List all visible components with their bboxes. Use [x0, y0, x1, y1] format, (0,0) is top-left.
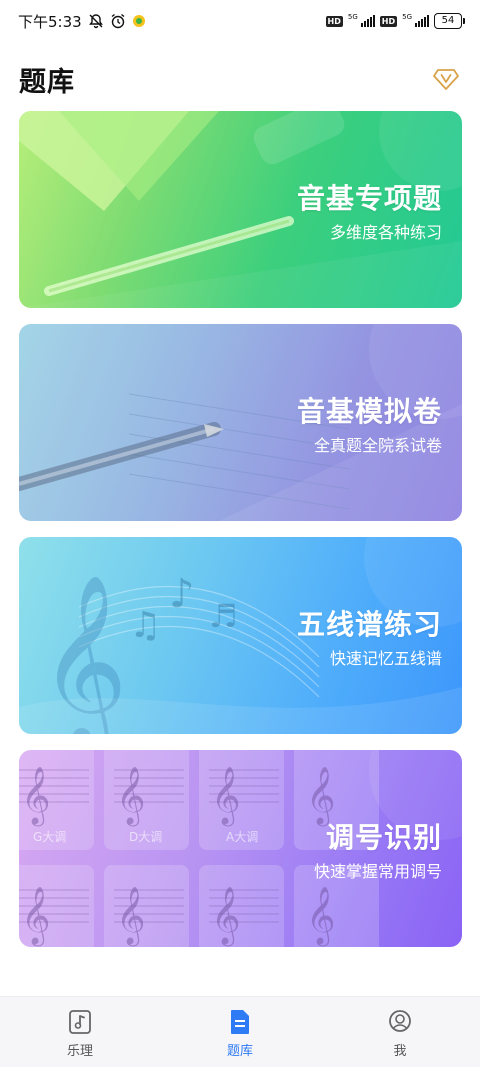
key-tile-label-g: G大调 [33, 830, 67, 844]
tab-label: 题库 [226, 1044, 253, 1059]
svg-text:𝄞: 𝄞 [211, 766, 241, 827]
signal-icon-1 [360, 15, 375, 27]
network-type-1: 5G [347, 12, 358, 21]
card-title: 五线谱练习 [296, 608, 442, 641]
bottom-tab-bar: 乐理 题库 我 [0, 996, 480, 1067]
status-time: 下午5:33 [18, 12, 82, 31]
svg-text:♬: ♬ [209, 597, 238, 635]
key-tile-label-d: D大调 [129, 830, 163, 844]
svg-text:𝄞: 𝄞 [21, 886, 51, 947]
signal-icon-2 [415, 15, 429, 27]
card-text: 音基专项题 多维度各种练习 [297, 181, 442, 243]
card-text: 音基模拟卷 全真题全院系试卷 [297, 394, 442, 456]
card-staff-practice[interactable]: 𝄞 ♫ ♪ ♬ 五线谱练习 快速记忆五线谱 [19, 537, 462, 734]
card-special-practice[interactable]: 音基专项题 多维度各种练习 [19, 111, 462, 308]
card-title: 音基模拟卷 [296, 395, 442, 428]
card-subtitle: 快速掌握常用调号 [313, 862, 442, 881]
card-text: 调号识别 快速掌握常用调号 [314, 820, 442, 882]
status-bar: 下午5:33 HD 5G HD 5G 54 [0, 0, 480, 42]
svg-text:♪: ♪ [169, 571, 195, 617]
card-title: 音基专项题 [296, 182, 442, 215]
battery-icon: 54 [434, 13, 465, 29]
tab-music-theory[interactable]: 乐理 [0, 997, 160, 1067]
svg-text:𝄞: 𝄞 [306, 766, 336, 827]
tab-label: 乐理 [66, 1044, 93, 1059]
svg-text:𝄞: 𝄞 [21, 766, 51, 827]
card-text: 五线谱练习 快速记忆五线谱 [297, 607, 442, 669]
vip-diamond-icon[interactable] [432, 64, 460, 92]
svg-text:𝄞: 𝄞 [211, 886, 241, 947]
hd-badge-2: HD [379, 15, 398, 27]
network-type-2: 5G [402, 12, 412, 21]
card-title: 调号识别 [325, 821, 442, 854]
svg-text:𝄞: 𝄞 [306, 886, 336, 947]
music-note-icon [69, 1010, 91, 1034]
page-title: 题库 [19, 67, 75, 98]
tab-me[interactable]: 我 [320, 997, 480, 1067]
svg-text:𝄞: 𝄞 [116, 766, 146, 827]
tab-label: 我 [393, 1044, 407, 1059]
hd-badge-1: HD [325, 15, 343, 27]
card-subtitle: 多维度各种练习 [329, 223, 442, 242]
card-key-signature[interactable]: 𝄞 𝄞 𝄞 𝄞 𝄞 𝄞 𝄞 𝄞 G大调 D大调 A大调 调号识别 快速掌握常用调号 [19, 750, 462, 947]
app-notification-icon [132, 15, 145, 27]
svg-text:♫: ♫ [129, 605, 161, 646]
tab-question-bank[interactable]: 题库 [160, 997, 320, 1067]
status-left: 下午5:33 [18, 11, 146, 32]
key-tile-label-a: A大调 [226, 830, 259, 844]
status-right: HD 5G HD 5G 54 [325, 12, 465, 29]
card-mock-exam[interactable]: 音基模拟卷 全真题全院系试卷 [19, 324, 462, 521]
mute-bell-icon [88, 14, 103, 29]
alarm-icon [111, 13, 125, 29]
document-icon [231, 1010, 249, 1034]
svg-text:𝄞: 𝄞 [116, 886, 146, 947]
user-icon [389, 1010, 411, 1032]
card-subtitle: 全真题全院系试卷 [313, 436, 442, 455]
card-subtitle: 快速记忆五线谱 [329, 649, 442, 668]
